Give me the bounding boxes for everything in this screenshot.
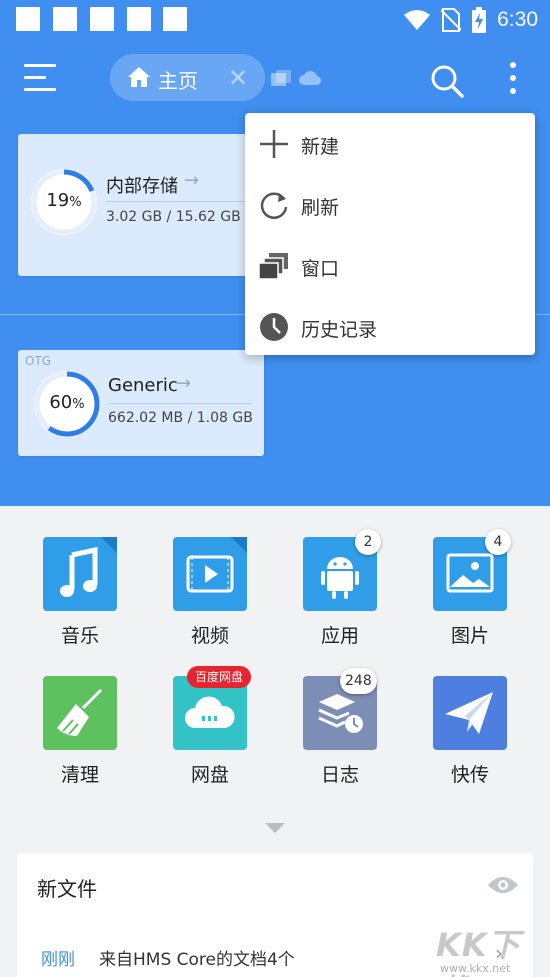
storage-name: 内部存储 xyxy=(106,176,178,197)
menu-item-refresh[interactable]: 刷新 xyxy=(245,174,535,235)
category-quick-send[interactable]: 快传 xyxy=(410,676,530,796)
watermark: KK下载 www.kkx.net xyxy=(430,918,550,977)
category-label: 应用 xyxy=(320,625,359,647)
status-time: 6:30 xyxy=(497,8,538,31)
notification-icon xyxy=(127,7,151,31)
no-sim-icon xyxy=(441,8,462,32)
category-label: 清理 xyxy=(60,764,99,786)
clock-icon xyxy=(260,313,288,341)
menu-item-label: 新建 xyxy=(301,136,340,158)
category-label: 图片 xyxy=(450,625,489,647)
category-logs[interactable]: 248 日志 xyxy=(280,668,400,796)
usage-percent: 19% xyxy=(46,190,82,211)
menu-item-history[interactable]: 历史记录 xyxy=(245,296,535,357)
menu-item-new[interactable]: 新建 xyxy=(245,113,535,174)
battery-charging-icon xyxy=(472,7,487,33)
category-label: 音乐 xyxy=(60,625,99,647)
menu-item-label: 窗口 xyxy=(301,258,340,280)
count-badge: 2 xyxy=(355,529,381,555)
menu-item-label: 刷新 xyxy=(301,197,340,219)
cloud-tab-icon[interactable] xyxy=(299,70,321,86)
expand-caret-icon[interactable] xyxy=(265,823,285,833)
broom-icon xyxy=(43,676,117,750)
menu-item-label: 历史记录 xyxy=(301,319,378,341)
file-description: 来自HMS Core的文档4个 xyxy=(99,950,295,970)
category-cleaner[interactable]: 清理 xyxy=(20,676,140,796)
usage-percent: 60% xyxy=(49,392,85,413)
home-icon xyxy=(128,67,150,87)
notification-icon xyxy=(163,7,187,31)
music-icon xyxy=(43,537,117,611)
plus-icon xyxy=(260,130,288,158)
windows-icon xyxy=(259,253,288,280)
tab-home[interactable]: 主页 ✕ xyxy=(110,54,265,101)
category-cloud-disk[interactable]: 百度网盘 网盘 xyxy=(150,666,270,796)
count-badge: 4 xyxy=(485,529,511,555)
category-label: 网盘 xyxy=(190,764,229,786)
search-icon[interactable] xyxy=(430,64,464,98)
notification-icon xyxy=(90,7,114,31)
wifi-icon xyxy=(404,10,431,30)
overflow-menu: 新建 刷新 窗口 历史记录 xyxy=(245,113,535,355)
menu-item-windows[interactable]: 窗口 xyxy=(245,235,535,296)
more-options-icon[interactable] xyxy=(508,62,518,96)
divider xyxy=(106,201,244,202)
arrow-right-icon: → xyxy=(184,170,200,191)
category-music[interactable]: 音乐 xyxy=(20,537,140,657)
new-files-title: 新文件 xyxy=(37,877,97,901)
file-time: 刚刚 xyxy=(41,950,75,970)
status-bar: 6:30 xyxy=(0,0,550,40)
promo-badge: 百度网盘 xyxy=(187,666,252,688)
storage-name: Generic xyxy=(108,375,178,396)
notification-icon xyxy=(53,7,77,31)
category-images[interactable]: 4 图片 xyxy=(410,529,530,657)
count-badge: 248 xyxy=(340,668,377,694)
notification-icon xyxy=(16,7,40,31)
otg-tag: OTG xyxy=(25,354,52,368)
app-bar: 主页 ✕ xyxy=(0,40,550,116)
divider xyxy=(108,403,252,404)
tab-home-label: 主页 xyxy=(158,69,198,93)
storage-card-internal[interactable]: 19% 内部存储 → 3.02 GB / 15.62 GB xyxy=(18,134,256,276)
window-tab-icon[interactable] xyxy=(271,70,291,86)
refresh-icon xyxy=(260,192,288,219)
close-tab-icon[interactable]: ✕ xyxy=(228,64,248,92)
category-label: 日志 xyxy=(320,764,359,786)
storage-size: 662.02 MB / 1.08 GB xyxy=(108,410,253,426)
hamburger-menu-icon[interactable] xyxy=(24,64,58,94)
video-icon xyxy=(173,537,247,611)
storage-size: 3.02 GB / 15.62 GB xyxy=(106,209,241,225)
storage-card-otg[interactable]: OTG 60% Generic → 662.02 MB / 1.08 GB xyxy=(18,350,264,456)
category-video[interactable]: 视频 xyxy=(150,537,270,657)
watermark-url: www.kkx.net xyxy=(440,962,511,975)
arrow-right-icon: → xyxy=(176,373,192,394)
send-icon xyxy=(433,676,507,750)
category-label: 视频 xyxy=(190,625,229,647)
category-label: 快传 xyxy=(450,764,489,786)
category-apps[interactable]: 2 应用 xyxy=(280,529,400,657)
eye-icon[interactable] xyxy=(487,875,519,895)
